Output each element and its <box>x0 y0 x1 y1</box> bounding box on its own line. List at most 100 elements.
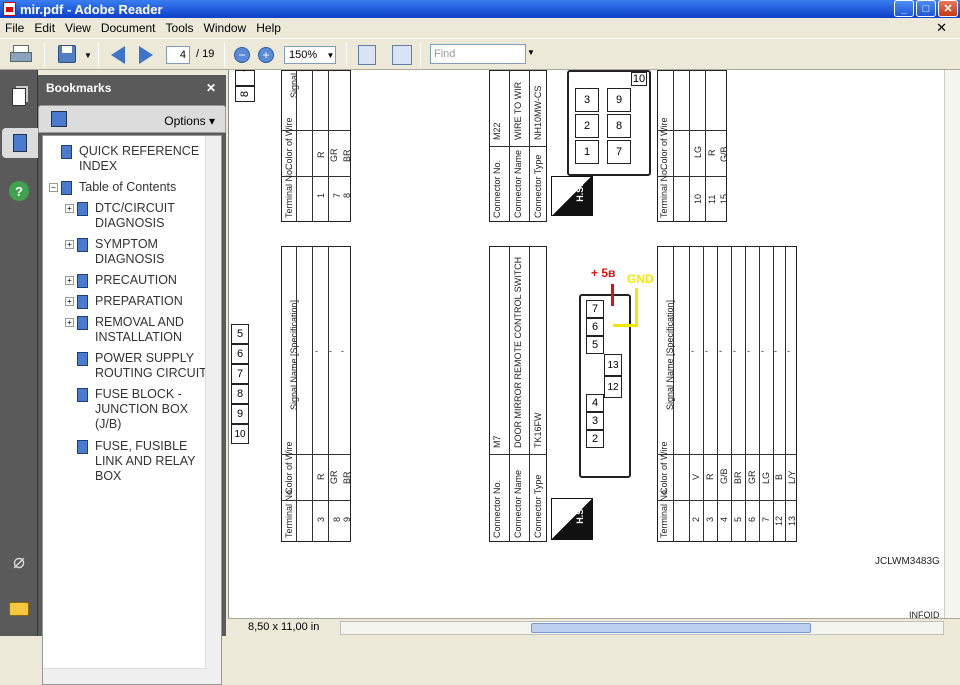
options-menu-button[interactable]: Options ▾ <box>164 114 215 128</box>
bookmark-item[interactable]: FUSE BLOCK - JUNCTION BOX (J/B) <box>77 387 207 432</box>
connector-pin: 10 <box>231 424 249 444</box>
fit-page-icon[interactable] <box>392 45 412 65</box>
fit-width-icon[interactable] <box>358 45 376 65</box>
menu-view[interactable]: View <box>60 21 96 35</box>
menu-bar: File Edit View Document Tools Window Hel… <box>0 18 960 38</box>
maximize-button[interactable]: □ <box>916 0 936 17</box>
connector-pin: 8 <box>607 114 631 138</box>
connector-pin: 2 <box>575 114 599 138</box>
save-copy-icon[interactable] <box>56 43 80 67</box>
connector-pin: 9 <box>231 404 249 424</box>
connector-pin: 8 <box>235 86 255 102</box>
connector-pin: 7 <box>586 300 604 318</box>
menu-window[interactable]: Window <box>199 21 252 35</box>
attachments-button[interactable]: ⌀ <box>5 546 33 576</box>
toolbar-separator <box>98 43 99 67</box>
table-divider <box>731 246 732 542</box>
bookmarks-horizontal-scrollbar[interactable] <box>43 668 207 684</box>
document-close-icon[interactable]: ✕ <box>931 20 952 36</box>
help-panel-button[interactable]: ? <box>5 176 33 206</box>
bookmark-page-icon <box>77 202 88 216</box>
minimize-button[interactable]: _ <box>894 0 914 17</box>
menu-edit[interactable]: Edit <box>29 21 60 35</box>
bookmarks-vertical-scrollbar[interactable] <box>205 136 221 684</box>
bookmark-page-icon <box>77 274 88 288</box>
save-dropdown-icon[interactable]: ▼ <box>84 51 92 60</box>
bookmarks-close-icon[interactable]: ✕ <box>206 81 216 95</box>
annotation-red-marker <box>611 284 614 306</box>
bookmark-item[interactable]: QUICK REFERENCE INDEX <box>61 144 211 174</box>
close-button[interactable]: ✕ <box>938 0 958 17</box>
bookmark-item[interactable]: Table of Contents <box>61 180 211 195</box>
zoom-in-icon[interactable]: + <box>258 47 274 63</box>
menu-help[interactable]: Help <box>251 21 286 35</box>
page-size-label: 8,50 x 11,00 in <box>248 621 320 633</box>
connector-pin: 5 <box>586 336 604 354</box>
pages-icon <box>12 88 26 106</box>
bookmark-item[interactable]: POWER SUPPLY ROUTING CIRCUIT <box>77 351 207 381</box>
connector-pin: 6 <box>586 318 604 336</box>
toolbar: ▼ / 19 − + 150% ▼ Find ▼ <box>0 38 960 70</box>
bookmarks-panel-button[interactable] <box>2 128 38 158</box>
table-divider <box>328 70 329 222</box>
table-divider <box>657 454 797 455</box>
table-divider <box>705 70 706 222</box>
collapse-icon[interactable]: − <box>49 183 58 192</box>
table-divider <box>759 246 760 542</box>
page-number-input[interactable] <box>166 46 190 64</box>
menu-file[interactable]: File <box>0 21 29 35</box>
bookmark-page-icon <box>77 295 88 309</box>
toolbar-separator <box>44 43 45 67</box>
next-page-icon[interactable] <box>136 45 156 65</box>
menu-tools[interactable]: Tools <box>161 21 199 35</box>
zoom-dropdown-icon[interactable]: ▼ <box>325 46 336 64</box>
page-total: / 19 <box>196 48 215 60</box>
window-title: mir.pdf - Adobe Reader <box>20 1 163 17</box>
zoom-out-icon[interactable]: − <box>234 47 250 63</box>
find-input[interactable]: Find <box>430 44 526 64</box>
expand-icon[interactable]: + <box>65 297 74 306</box>
previous-page-icon[interactable] <box>108 45 128 65</box>
bookmark-page-icon <box>61 145 72 159</box>
title-bar: mir.pdf - Adobe Reader _ □ ✕ <box>0 0 960 18</box>
bookmark-page-icon <box>61 181 72 195</box>
bookmark-item[interactable]: PREPARATION <box>77 294 207 309</box>
bookmarks-panel: Bookmarks ✕ Options ▾ QUICK REFERENCE IN… <box>38 75 226 685</box>
bookmark-item[interactable]: PRECAUTION <box>77 273 207 288</box>
table-divider <box>657 500 797 501</box>
connector-pin: 7 <box>231 364 249 384</box>
find-dropdown-icon[interactable]: ▼ <box>527 48 535 57</box>
scrollbar-thumb[interactable] <box>531 623 811 633</box>
document-horizontal-scrollbar[interactable] <box>340 621 944 635</box>
print-icon[interactable] <box>10 45 34 65</box>
document-page[interactable]: 7 8 Terminal No. Color of Wire Signal 1 … <box>228 70 960 618</box>
expand-icon[interactable]: + <box>65 276 74 285</box>
bookmark-item[interactable]: SYMPTOM DIAGNOSIS <box>77 237 207 267</box>
table-divider <box>312 70 313 222</box>
bookmark-item[interactable]: REMOVAL AND INSTALLATION <box>77 315 207 345</box>
bookmark-item[interactable]: DTC/CIRCUIT DIAGNOSIS <box>77 201 207 231</box>
table-divider <box>673 70 674 222</box>
adobe-reader-icon <box>3 2 16 16</box>
connector-pin: 10 <box>631 72 647 86</box>
bookmark-page-icon <box>77 316 88 330</box>
paperclip-icon: ⌀ <box>12 550 26 573</box>
expand-icon[interactable]: + <box>65 240 74 249</box>
expand-icon[interactable]: + <box>65 204 74 213</box>
bookmark-item[interactable]: FUSE, FUSIBLE LINK AND RELAY BOX <box>77 439 207 484</box>
connector-pin: 5 <box>231 324 249 344</box>
table-divider <box>312 246 313 542</box>
document-vertical-scrollbar[interactable] <box>944 70 960 618</box>
menu-document[interactable]: Document <box>96 21 161 35</box>
table-divider <box>717 246 718 542</box>
hs-badge <box>551 176 593 216</box>
table-divider <box>328 246 329 542</box>
toolbar-separator <box>346 43 347 67</box>
expand-bookmark-icon[interactable] <box>51 111 67 127</box>
bookmark-page-icon <box>77 238 88 252</box>
connector-pin: 7 <box>235 70 255 86</box>
expand-icon[interactable]: + <box>65 318 74 327</box>
comments-button[interactable] <box>5 594 33 624</box>
table-divider <box>689 246 690 542</box>
pages-panel-button[interactable] <box>5 82 33 112</box>
